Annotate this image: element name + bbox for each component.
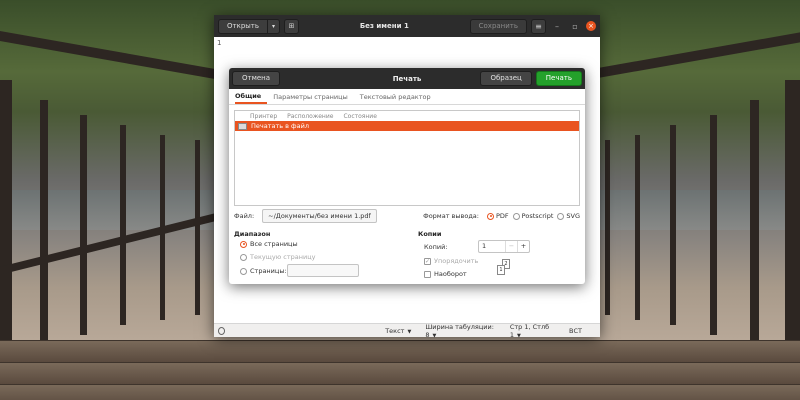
save-button[interactable]: Сохранить (469, 18, 527, 34)
decrement-button[interactable]: − (505, 241, 517, 252)
window-title: Без имени 1 (359, 22, 409, 30)
collate-checkbox[interactable]: ✓ Упорядочить (424, 257, 478, 265)
bridge-railing-left (0, 20, 215, 340)
status-bar: Текст ▼ Ширина табуляции: 8 ▼ Стр 1, Стлб … (214, 323, 600, 339)
hamburger-menu-icon[interactable]: ≡ (531, 18, 546, 34)
language-mode-label: Текст (385, 326, 405, 335)
check-icon: ✓ (424, 257, 431, 265)
print-dialog: Отмена Печать Образец Печать Общие Парам… (229, 68, 585, 284)
column-status[interactable]: Состояние (343, 113, 376, 120)
format-svg-radio[interactable]: SVG (557, 212, 580, 220)
print-dialog-header: Отмена Печать Образец Печать (229, 68, 585, 89)
copies-value[interactable]: 1 (479, 241, 505, 252)
minimize-icon[interactable]: – (550, 22, 564, 31)
chevron-down-icon[interactable]: ▾ (268, 23, 279, 30)
printer-list: Принтер Расположение Состояние Печатать … (234, 110, 580, 206)
cursor-position-label: Стр 1, Стлб 1 (509, 322, 550, 339)
pages-input[interactable] (287, 264, 359, 277)
column-printer[interactable]: Принтер (250, 113, 277, 120)
status-info-icon[interactable] (218, 326, 226, 335)
editor-header-bar: Открыть ▾ ⊞ Без имени 1 Сохранить ≡ – ▫ … (214, 15, 600, 37)
format-svg-label: SVG (566, 212, 580, 220)
insert-mode-indicator: ВСТ (569, 326, 582, 335)
format-postscript-label: Postscript (521, 212, 554, 220)
collate-preview-icon: 2 1 (497, 259, 511, 277)
pages-radio[interactable]: Страницы: (240, 267, 287, 275)
printer-name: Печатать в файл (251, 122, 309, 130)
bridge-plank (0, 384, 800, 400)
tab-general[interactable]: Общие (235, 92, 268, 104)
chevron-down-icon: ▼ (407, 328, 412, 335)
tab-page-setup[interactable]: Параметры страницы (273, 93, 354, 104)
chevron-down-icon: ▼ (516, 332, 521, 339)
new-document-icon[interactable]: ⊞ (284, 18, 300, 34)
copies-stepper[interactable]: 1 − + (478, 240, 530, 253)
range-section-title: Диапазон (234, 230, 271, 238)
column-location[interactable]: Расположение (287, 113, 333, 120)
printer-row-print-to-file[interactable]: Печатать в файл (235, 121, 579, 131)
close-icon[interactable]: × (586, 21, 596, 31)
file-label: Файл: (234, 212, 255, 220)
current-page-radio[interactable]: Текущую страницу (240, 253, 315, 261)
bridge-railing-right (600, 20, 800, 340)
printer-list-header: Принтер Расположение Состояние (235, 111, 579, 121)
file-chooser-button[interactable]: ~/Документы/без имени 1.pdf (262, 209, 377, 223)
chevron-down-icon: ▼ (432, 332, 437, 339)
maximize-icon[interactable]: ▫ (568, 22, 582, 31)
cursor-position-selector[interactable]: Стр 1, Стлб 1 ▼ (510, 323, 555, 339)
current-page-label: Текущую страницу (250, 253, 316, 261)
file-row: Файл: ~/Документы/без имени 1.pdf Формат… (234, 209, 580, 223)
print-dialog-tabs: Общие Параметры страницы Текстовый редак… (229, 89, 585, 105)
format-pdf-radio[interactable]: PDF (487, 212, 509, 220)
reverse-label: Наоборот (434, 270, 467, 278)
copies-label: Копий: (424, 243, 448, 251)
all-pages-radio[interactable]: Все страницы (240, 240, 298, 248)
preview-button[interactable]: Образец (480, 71, 532, 86)
output-format-label: Формат вывода: (423, 212, 479, 220)
all-pages-label: Все страницы (250, 240, 298, 248)
open-button[interactable]: Открыть ▾ (218, 18, 281, 34)
reverse-checkbox[interactable]: Наоборот (424, 270, 467, 278)
format-pdf-label: PDF (496, 212, 509, 220)
tab-width-selector[interactable]: Ширина табуляции: 8 ▼ (425, 323, 496, 339)
format-postscript-radio[interactable]: Postscript (512, 212, 554, 220)
bridge-plank (0, 340, 800, 362)
tab-text-editor[interactable]: Текстовый редактор (360, 93, 437, 104)
collate-label: Упорядочить (434, 257, 479, 265)
line-number: 1 (217, 39, 222, 47)
cancel-button[interactable]: Отмена (232, 71, 281, 86)
open-button-label: Открыть (219, 19, 268, 33)
printer-icon (238, 122, 247, 130)
increment-button[interactable]: + (517, 241, 529, 252)
bridge-plank (0, 362, 800, 384)
language-mode-selector[interactable]: Текст ▼ (385, 327, 411, 335)
copies-section-title: Копии (418, 230, 442, 238)
pages-label: Страницы: (250, 267, 287, 275)
print-button[interactable]: Печать (535, 71, 582, 86)
